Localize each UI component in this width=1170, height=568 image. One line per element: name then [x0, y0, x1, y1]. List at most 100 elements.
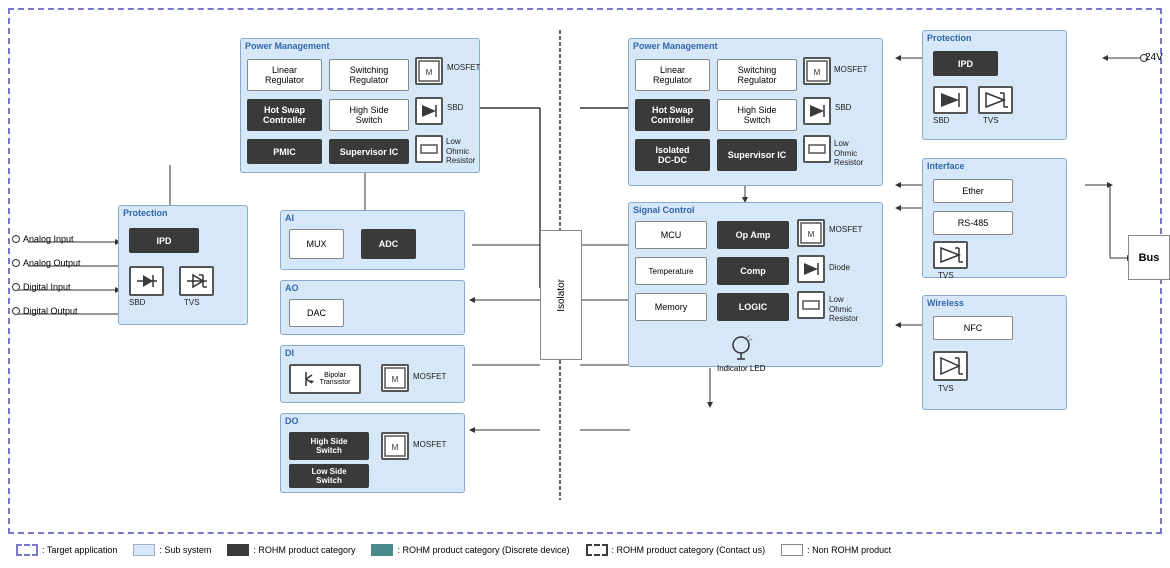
- indicator-led: Indicator LED: [717, 333, 765, 374]
- opamp-box: Op Amp: [717, 221, 789, 249]
- logic-box: LOGIC: [717, 293, 789, 321]
- svg-text:M: M: [392, 375, 399, 384]
- legend-rohm-discrete: : ROHM product category (Discrete device…: [371, 544, 569, 556]
- mcu-box: MCU: [635, 221, 707, 249]
- adc-box: ADC: [361, 229, 416, 259]
- comp-box: Comp: [717, 257, 789, 285]
- wireless-tvs-label: TVS: [938, 384, 954, 393]
- ao-label: AO: [281, 281, 464, 295]
- left-pm-mosfet-label: MOSFET: [447, 63, 480, 72]
- di-mosfet-label: MOSFET: [413, 372, 446, 381]
- right-pm-lowohm-sym: [803, 135, 831, 163]
- rs485-box: RS-485: [933, 211, 1013, 235]
- interface-subsystem: Interface Ether RS-485 TVS: [922, 158, 1067, 278]
- legend-teal-icon: [371, 544, 393, 556]
- left-sbd-sym: [129, 266, 164, 296]
- temperature-box: Temperature: [635, 257, 707, 285]
- isolator-box: Isolator: [540, 230, 582, 360]
- di-mosfet-sym: M: [381, 364, 409, 392]
- left-linear-reg: LinearRegulator: [247, 59, 322, 91]
- legend-subsystem: : Sub system: [133, 544, 211, 556]
- left-pm-sbd-label: SBD: [447, 103, 463, 112]
- sc-lowohm-label: LowOhmicResistor: [829, 295, 858, 324]
- right-high-side: High SideSwitch: [717, 99, 797, 131]
- svg-text:M: M: [426, 68, 433, 77]
- sc-diode-sym: [797, 255, 825, 283]
- left-pm-lowohm-sym: [415, 135, 443, 163]
- legend-target-app: : Target application: [16, 544, 117, 556]
- left-protection-subsystem: Protection IPD SBD: [118, 205, 248, 325]
- diagram-area: Analog Input Analog Output Digital Input…: [8, 8, 1162, 534]
- signal-control-label: Signal Control: [629, 203, 882, 217]
- left-ipd-box: IPD: [129, 228, 199, 253]
- bipolar-box: BipolarTransistor: [289, 364, 361, 394]
- legend-discrete-label: : ROHM product category (Discrete device…: [397, 545, 569, 555]
- do-high-side: High SideSwitch: [289, 432, 369, 460]
- legend-non-rohm-label: : Non ROHM product: [807, 545, 891, 555]
- mux-box: MUX: [289, 229, 344, 259]
- legend: : Target application : Sub system : ROHM…: [8, 540, 1162, 560]
- right-tvs-label: TVS: [983, 116, 999, 125]
- ao-subsystem: AO DAC: [280, 280, 465, 335]
- legend-rohm-cat: : ROHM product category: [227, 544, 355, 556]
- right-pm-mosfet-label: MOSFET: [834, 65, 867, 74]
- isolator-label: Isolator: [556, 279, 567, 312]
- legend-rohm-label: : ROHM product category: [253, 545, 355, 555]
- right-protection-subsystem: Protection IPD SBD TVS: [922, 30, 1067, 140]
- legend-dashed-inner-icon: [586, 544, 608, 556]
- right-isolated-dcdc: IsolatedDC-DC: [635, 139, 710, 171]
- sc-mosfet-label: MOSFET: [829, 225, 862, 234]
- nfc-box: NFC: [933, 316, 1013, 340]
- sc-lowohm-sym: [797, 291, 825, 319]
- legend-dashed-icon: [16, 544, 38, 556]
- left-protection-label: Protection: [119, 206, 247, 220]
- left-sbd-label: SBD: [129, 298, 145, 307]
- right-pm-sbd-label: SBD: [835, 103, 851, 112]
- right-supervisor: Supervisor IC: [717, 139, 797, 171]
- interface-tvs-label: TVS: [938, 271, 954, 280]
- analog-input-label: Analog Input: [12, 234, 74, 244]
- right-sbd-sym: [933, 86, 968, 114]
- legend-light-icon: [133, 544, 155, 556]
- svg-text:M: M: [814, 68, 821, 77]
- analog-output-label: Analog Output: [12, 258, 81, 268]
- left-pm-subsystem: Power Management LinearRegulator Switchi…: [240, 38, 480, 173]
- do-low-side: Low SideSwitch: [289, 464, 369, 488]
- ether-box: Ether: [933, 179, 1013, 203]
- bus-box: Bus: [1128, 235, 1170, 280]
- interface-tvs-sym: [933, 241, 968, 269]
- right-ipd-box: IPD: [933, 51, 998, 76]
- left-pm-label: Power Management: [241, 39, 479, 53]
- sc-mosfet-sym: M: [797, 219, 825, 247]
- memory-box: Memory: [635, 293, 707, 321]
- svg-text:M: M: [808, 230, 815, 239]
- digital-output-label: Digital Output: [12, 306, 78, 316]
- ai-subsystem: AI MUX ADC: [280, 210, 465, 270]
- legend-rohm-contact: : ROHM product category (Contact us): [586, 544, 766, 556]
- left-hot-swap: Hot SwapController: [247, 99, 322, 131]
- right-pm-sbd-sym: [803, 97, 831, 125]
- right-pm-subsystem: Power Management LinearRegulator Switchi…: [628, 38, 883, 186]
- left-high-side: High SideSwitch: [329, 99, 409, 131]
- right-protection-label: Protection: [923, 31, 1066, 45]
- right-switch-reg: SwitchingRegulator: [717, 59, 797, 91]
- svg-text:M: M: [392, 443, 399, 452]
- wireless-label: Wireless: [923, 296, 1066, 310]
- legend-white-icon: [781, 544, 803, 556]
- di-subsystem: DI BipolarTransistor M MOSFET: [280, 345, 465, 403]
- legend-contact-label: : ROHM product category (Contact us): [612, 545, 766, 555]
- right-tvs-sym: [978, 86, 1013, 114]
- digital-input-label: Digital Input: [12, 282, 71, 292]
- wireless-tvs-sym: [933, 351, 968, 381]
- legend-non-rohm: : Non ROHM product: [781, 544, 891, 556]
- right-pm-lowohm-label: LowOhmicResistor: [834, 139, 863, 168]
- main-container: Analog Input Analog Output Digital Input…: [0, 0, 1170, 568]
- do-label: DO: [281, 414, 464, 428]
- left-pmic: PMIC: [247, 139, 322, 164]
- right-hot-swap: Hot SwapController: [635, 99, 710, 131]
- right-pm-mosfet-sym: M: [803, 57, 831, 85]
- left-pm-mosfet-sym: M: [415, 57, 443, 85]
- left-tvs-sym: [179, 266, 214, 296]
- left-pm-lowohm-label: LowOhmicResistor: [446, 137, 475, 166]
- di-label: DI: [281, 346, 464, 360]
